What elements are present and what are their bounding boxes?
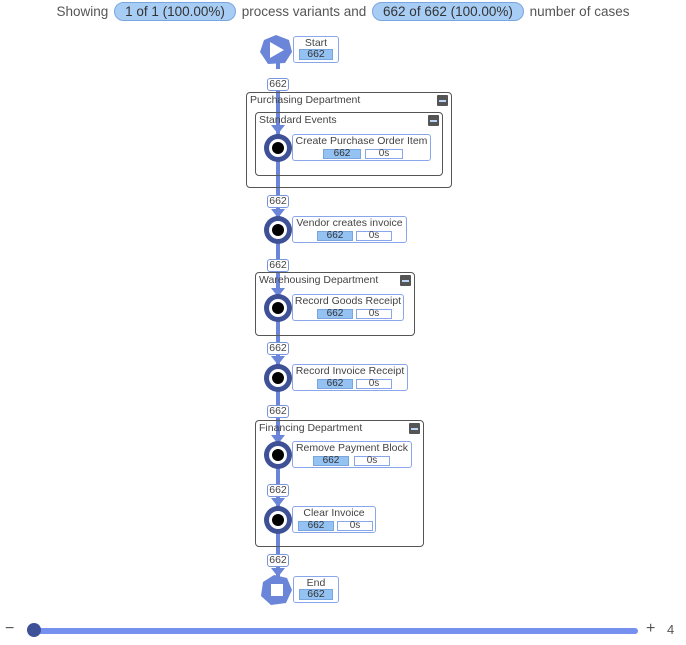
activity-circle-icon [264,364,292,392]
edge-count-label[interactable]: 662 [267,259,289,272]
activity-circle-icon [264,506,292,534]
activity-count: 662 [323,149,361,159]
collapse-icon[interactable] [400,275,411,286]
collapse-icon[interactable] [428,115,439,126]
activity-count: 662 [317,379,353,389]
start-box: Start 662 [293,36,339,63]
activity-name: Record Invoice Receipt [295,365,405,377]
play-icon [260,35,292,64]
activity-circle-icon [264,134,292,162]
activity-count: 662 [317,231,353,241]
activity-count: 662 [298,521,334,531]
activity-count: 662 [317,309,353,319]
edge-count-label[interactable]: 662 [267,342,289,355]
activity-box: Record Goods Receipt 662 0s [292,294,404,321]
activity-box: Clear Invoice 662 0s [292,506,376,533]
arrow-icon [271,125,285,134]
slider-thumb[interactable] [27,623,41,637]
edge-count-label[interactable]: 662 [267,195,289,208]
stop-icon [261,575,292,605]
slider-value: 4 [667,622,675,637]
detail-slider: − + 4 [0,620,686,642]
activity-duration: 0s [356,231,392,241]
activity-duration: 0s [356,379,392,389]
edge-count-label[interactable]: 662 [267,405,289,418]
activity-box: Vendor creates invoice 662 0s [292,216,407,243]
activity-box: Create Purchase Order Item 662 0s [292,134,431,161]
collapse-icon[interactable] [437,95,448,106]
activity-duration: 0s [365,149,403,159]
activity-name: Remove Payment Block [295,442,409,454]
process-map: Purchasing Department Standard Events Wa… [0,0,686,645]
slider-decrease-button[interactable]: − [5,620,14,638]
activity-name: Record Goods Receipt [294,295,402,307]
end-box: End 662 [293,576,339,603]
activity-duration: 0s [337,521,373,531]
collapse-icon[interactable] [409,423,420,434]
slider-track[interactable] [30,628,638,634]
activity-circle-icon [264,216,292,244]
end-count: 662 [299,589,333,600]
start-count: 662 [299,49,333,60]
group-title: Warehousing Department [259,274,379,286]
activity-box: Remove Payment Block 662 0s [292,441,412,468]
activity-duration: 0s [354,456,390,466]
group-title: Financing Department [259,422,363,434]
edge-count-label[interactable]: 662 [267,554,289,567]
edge-count-label[interactable]: 662 [267,484,289,497]
activity-name: Clear Invoice [303,507,365,519]
activity-circle-icon [264,294,292,322]
activity-count: 662 [313,456,349,466]
group-title: Purchasing Department [250,94,361,106]
edge-count-label[interactable]: 662 [267,78,289,91]
activity-circle-icon [264,441,292,469]
activity-name: Create Purchase Order Item [295,135,428,147]
arrow-icon [271,568,285,577]
activity-duration: 0s [356,309,392,319]
slider-increase-button[interactable]: + [646,620,655,638]
activity-name: Vendor creates invoice [296,217,403,229]
activity-box: Record Invoice Receipt 662 0s [292,364,408,391]
